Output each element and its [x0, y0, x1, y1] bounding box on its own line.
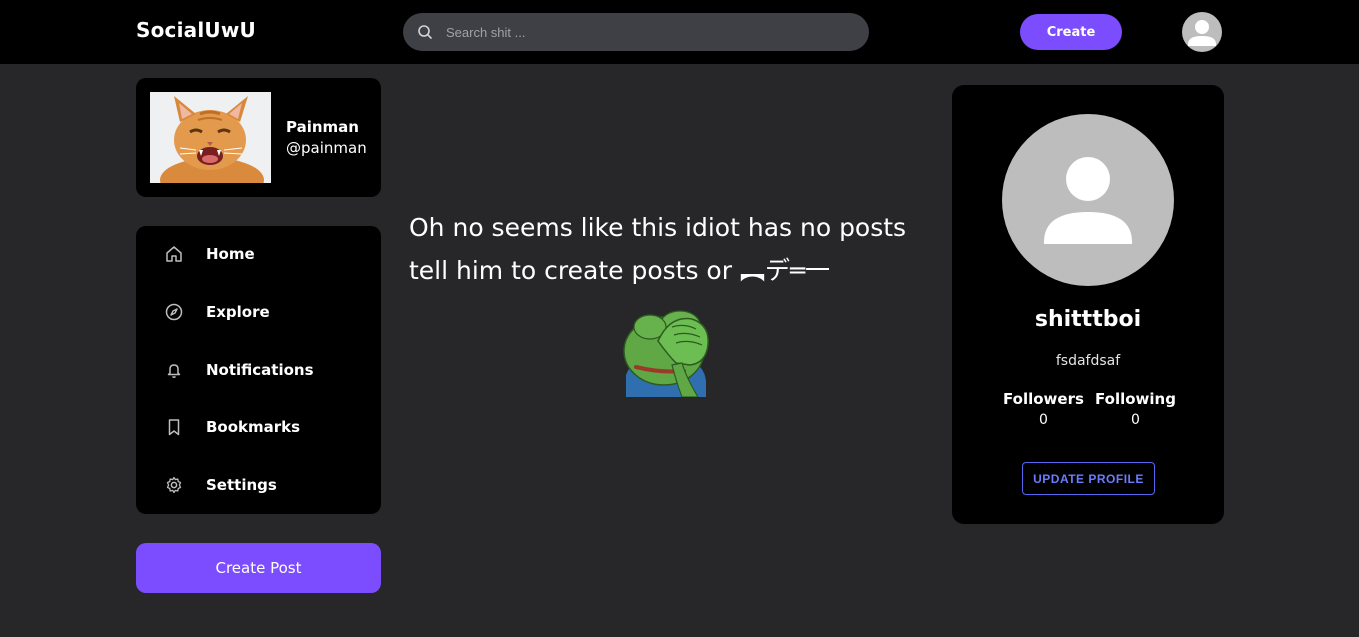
following-stat[interactable]: Following 0	[1095, 390, 1176, 428]
empty-posts-message: Oh no seems like this idiot has no posts…	[409, 213, 907, 285]
home-icon	[166, 246, 182, 262]
profile-bio: fsdafdsaf	[1055, 353, 1121, 369]
sidebar-item-settings[interactable]: Settings	[136, 465, 381, 505]
facepalm-frog-image	[620, 305, 712, 398]
bell-icon	[167, 364, 181, 378]
brand-logo[interactable]: SocialUwU	[136, 18, 256, 42]
user-avatar-icon[interactable]	[1002, 114, 1174, 286]
search-input[interactable]	[446, 24, 846, 40]
create-button[interactable]: Create	[1020, 14, 1122, 50]
following-label: Following	[1095, 390, 1176, 408]
sidebar-item-label: Explore	[206, 303, 270, 321]
followers-stat[interactable]: Followers 0	[1003, 390, 1084, 428]
profile-handle: @painman	[286, 139, 367, 157]
followers-count: 0	[1038, 412, 1048, 428]
profile-username: shitttboi	[1034, 307, 1142, 332]
sidebar-item-label: Notifications	[206, 361, 314, 379]
following-count: 0	[1131, 412, 1140, 428]
compass-icon	[165, 303, 183, 321]
bookmark-icon	[168, 419, 180, 436]
sidebar-item-label: Bookmarks	[206, 418, 301, 436]
sidebar-item-bookmarks[interactable]: Bookmarks	[136, 407, 381, 447]
sidebar-item-label: Settings	[206, 476, 277, 494]
top-bar: SocialUwU Create	[0, 0, 1359, 64]
profile-name: Painman	[286, 118, 359, 136]
sidebar-item-notifications[interactable]: Notifications	[136, 350, 381, 390]
sidebar-item-explore[interactable]: Explore	[136, 292, 381, 332]
followers-label: Followers	[1003, 390, 1084, 408]
user-profile-card: shitttboi fsdafdsaf Followers 0 Followin…	[952, 85, 1224, 524]
profile-card[interactable]: Painman @painman	[136, 78, 381, 197]
sidebar-item-label: Home	[206, 245, 255, 263]
sidebar-item-home[interactable]: Home	[136, 234, 381, 274]
gear-icon	[166, 476, 182, 494]
sidebar-nav: Home Explore Notifications Bookmarks Set…	[136, 226, 381, 514]
profile-photo	[150, 92, 271, 183]
search-bar[interactable]	[403, 13, 869, 51]
user-avatar-icon[interactable]	[1182, 12, 1222, 52]
search-icon	[418, 25, 432, 39]
update-profile-button[interactable]: UPDATE PROFILE	[1022, 462, 1155, 495]
create-post-button[interactable]: Create Post	[136, 543, 381, 593]
